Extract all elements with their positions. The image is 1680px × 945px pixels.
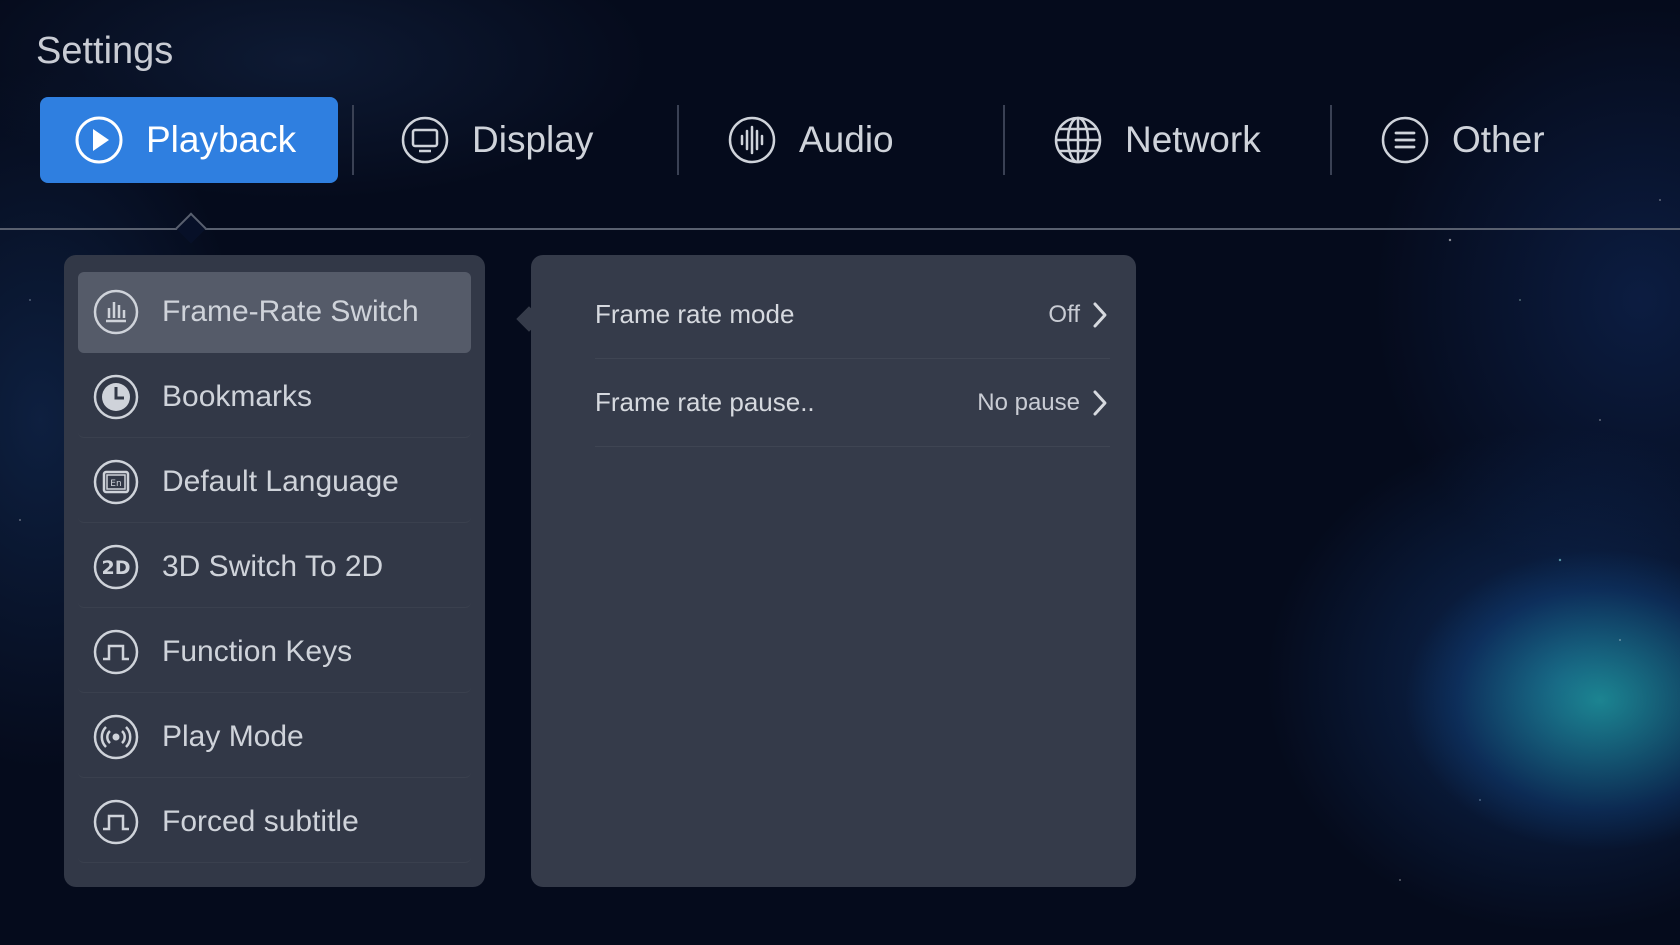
monitor-icon [400,115,450,165]
menu-item-play-mode[interactable]: Play Mode [78,697,471,778]
audio-wave-icon [727,115,777,165]
menu-item-label: Default Language [162,465,399,498]
tab-label: Audio [799,119,894,160]
active-tab-indicator [175,212,207,244]
clock-icon [92,373,140,421]
tab-bar-underline [0,228,1680,230]
chevron-right-icon [1093,302,1107,327]
tab-divider [1330,105,1332,175]
tab-label: Playback [146,119,297,160]
menu-item-label: Function Keys [162,635,353,668]
page-title: Settings [36,30,174,72]
tab-audio[interactable]: Audio [727,97,894,183]
tab-divider [677,105,679,175]
tab-divider [352,105,354,175]
menu-item-3d-switch-to-2d[interactable]: 2D 3D Switch To 2D [78,527,471,608]
setting-value-text: No pause [977,388,1080,416]
tab-playback[interactable]: Playback [40,97,338,183]
tab-label: Other [1452,119,1545,160]
globe-icon [1053,115,1103,165]
setting-label: Frame rate mode [595,299,795,329]
svg-text:En: En [110,479,121,489]
menu-item-frame-rate-switch[interactable]: Frame-Rate Switch [78,272,471,353]
play-icon [74,115,124,165]
list-icon [1380,115,1430,165]
setting-row-frame-rate-mode[interactable]: Frame rate mode Off [595,271,1110,359]
chevron-right-icon [1093,390,1107,415]
setting-value: Off [1048,300,1110,330]
setting-label: Frame rate pause.. [595,387,815,417]
menu-item-default-language[interactable]: En Default Language [78,442,471,523]
menu-item-function-keys[interactable]: Function Keys [78,612,471,693]
tab-network[interactable]: Network [1053,97,1261,183]
tab-divider [1003,105,1005,175]
2d-icon: 2D [92,543,140,591]
menu-item-label: Forced subtitle [162,805,359,838]
pulse-icon [92,798,140,846]
bar-chart-icon [92,288,140,336]
tab-label: Display [472,119,594,160]
playback-menu-panel: Frame-Rate Switch Bookmarks En Default L… [64,255,485,887]
menu-item-forced-subtitle[interactable]: Forced subtitle [78,782,471,863]
tab-display[interactable]: Display [400,97,593,183]
language-icon: En [92,458,140,506]
top-tab-bar: Playback Display Audio Network Other [40,97,1640,183]
pulse-icon [92,628,140,676]
svg-text:2D: 2D [102,557,131,579]
tab-label: Network [1125,119,1261,160]
menu-item-label: 3D Switch To 2D [162,550,384,583]
tab-other[interactable]: Other [1380,97,1545,183]
menu-item-label: Play Mode [162,720,304,753]
menu-item-label: Bookmarks [162,380,313,413]
frame-rate-detail-panel: Frame rate mode Off Frame rate pause.. N… [531,255,1136,887]
setting-value-text: Off [1048,300,1080,328]
menu-item-bookmarks[interactable]: Bookmarks [78,357,471,438]
menu-item-label: Frame-Rate Switch [162,295,419,328]
setting-value: No pause [977,388,1110,418]
setting-row-frame-rate-pause[interactable]: Frame rate pause.. No pause [595,359,1110,447]
broadcast-icon [92,713,140,761]
